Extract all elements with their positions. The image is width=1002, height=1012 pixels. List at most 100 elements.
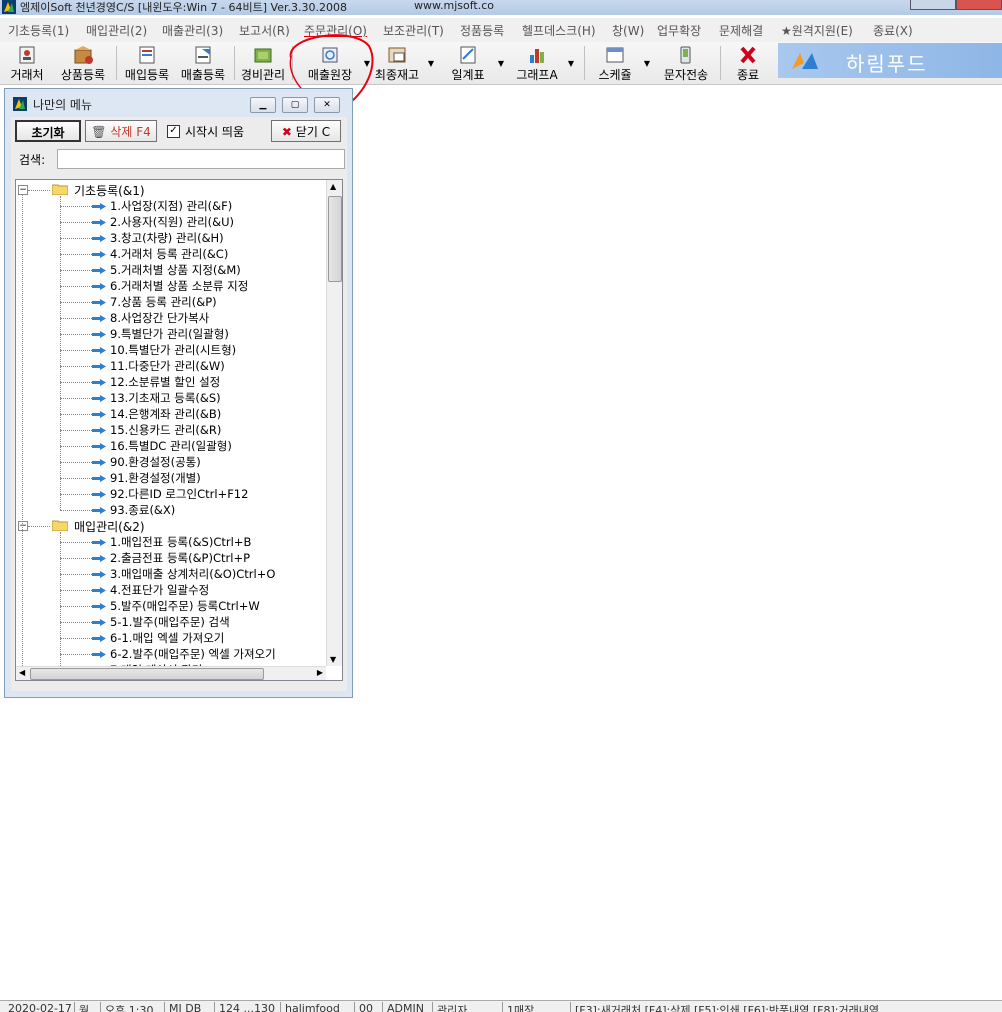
daily-report-button[interactable]: 일계표 ▼ [446,43,504,83]
minimize-icon[interactable]: ▁ [250,97,276,113]
brand-name: 하림푸드 [846,52,928,76]
tree-connector [60,590,92,591]
window-close-icon[interactable] [956,0,1002,10]
toolbar-separator [116,46,117,80]
tree-item[interactable]: 16.특별DC 관리(일괄형) [16,438,326,454]
tree-item[interactable]: 6-1.매입 엑셀 가져오기 [16,630,326,646]
tree-item-label: 9.특별단가 관리(일괄형) [110,327,229,341]
product-register-button[interactable]: 상품등록 [56,43,110,83]
tree-item[interactable]: 93.종료(&X) [16,502,326,518]
tree-item-label: 4.전표단가 일괄수정 [110,583,210,597]
tree-item-label: 5-1.발주(매입주문) 검색 [110,615,230,629]
tree-item[interactable]: 90.환경설정(공통) [16,454,326,470]
close-icon[interactable]: ✕ [314,97,340,113]
tree-item[interactable]: 15.신용카드 관리(&R) [16,422,326,438]
vendor-button[interactable]: 거래처 [6,43,48,83]
daily-report-dropdown-icon[interactable]: ▼ [498,59,504,68]
menu-tree: − 기초등록(&1) 1.사업장(지점) 관리(&F) 2.사용자(직원) 관리(&U… [15,179,343,681]
tree-group[interactable]: − 기초등록(&1) [16,182,326,198]
delete-button[interactable]: 🗑 삭제 F4 [85,120,157,142]
tree-item[interactable]: 12.소분류별 할인 설정 [16,374,326,390]
tree-item-label: 3.창고(차량) 관리(&H) [110,231,224,245]
menu-license[interactable]: 정품등록 [460,22,504,39]
graph-dropdown-icon[interactable]: ▼ [568,59,574,68]
collapse-icon[interactable]: − [18,185,28,195]
sms-button[interactable]: 문자전송 [658,43,714,83]
menu-sales[interactable]: 매출관리(3) [162,22,223,39]
tree-item[interactable]: 2.출금전표 등록(&P)Ctrl+P [16,550,326,566]
tree-group[interactable]: − 매입관리(&2) [16,518,326,534]
tree-item[interactable]: 8.사업장간 단가복사 [16,310,326,326]
menu-report[interactable]: 보고서(R) [239,22,290,39]
tree-item[interactable]: 11.다중단가 관리(&W) [16,358,326,374]
sales-ledger-dropdown-icon[interactable]: ▼ [364,59,370,68]
tree-item[interactable]: 9.특별단가 관리(일괄형) [16,326,326,342]
menu-aux[interactable]: 보조관리(T) [383,22,444,39]
menu-purchase[interactable]: 매입관리(2) [86,22,147,39]
schedule-button[interactable]: 스케쥴 ▼ [592,43,650,83]
reset-button[interactable]: 초기화 [15,120,81,142]
purchase-register-button[interactable]: 매입등록 [120,43,174,83]
tree-item[interactable]: 6.거래처별 상품 소분류 지정 [16,278,326,294]
scroll-right-icon[interactable]: ▶ [317,668,323,677]
exit-button[interactable]: 종료 [728,43,768,83]
tree-item-label: 6-2.발주(매입주문) 엑셀 가져오기 [110,647,276,661]
graph-button[interactable]: 그래프A ▼ [512,43,574,83]
tree-item[interactable]: 4.전표단가 일괄수정 [16,582,326,598]
tree-item[interactable]: 7.상품 등록 관리(&P) [16,294,326,310]
window-close-button[interactable] [910,0,956,10]
tree-item[interactable]: 5.발주(매입주문) 등록Ctrl+W [16,598,326,614]
tree-item[interactable]: 5.거래처별 상품 지정(&M) [16,262,326,278]
final-stock-button[interactable]: 최종재고 ▼ [372,43,434,83]
startup-checkbox[interactable]: ✓ [167,125,180,138]
tree-item[interactable]: 1.매입전표 등록(&S)Ctrl+B [16,534,326,550]
horizontal-scroll-thumb[interactable] [30,668,264,680]
scroll-left-icon[interactable]: ◀ [19,668,25,677]
maximize-icon[interactable]: ▢ [282,97,308,113]
tree-item[interactable]: 3.창고(차량) 관리(&H) [16,230,326,246]
schedule-dropdown-icon[interactable]: ▼ [644,59,650,68]
vertical-scrollbar[interactable]: ▲ ▼ [326,180,342,666]
expense-button[interactable]: 경비관리 [238,43,288,83]
tree-item[interactable]: 3.매입매출 상계처리(&O)Ctrl+O [16,566,326,582]
tree-item[interactable]: 10.특별단가 관리(시트형) [16,342,326,358]
arrow-right-icon [92,235,106,242]
vertical-scroll-thumb[interactable] [328,196,342,282]
tree-item[interactable]: 6-2.발주(매입주문) 엑셀 가져오기 [16,646,326,662]
menu-helpdesk[interactable]: 헬프데스크(H) [522,22,596,39]
scroll-up-icon[interactable]: ▲ [330,182,336,191]
my-menu-body: 초기화 🗑 삭제 F4 ✓ 시작시 띄움 ✖ 닫기 C 검색: − 기초등록(&1… [11,117,347,691]
menu-window[interactable]: 창(W) [612,22,644,39]
search-input[interactable] [57,149,345,169]
tree-item[interactable]: 2.사용자(직원) 관리(&U) [16,214,326,230]
sales-register-button[interactable]: 매출등록 [176,43,230,83]
tree-item[interactable]: 14.은행계좌 관리(&B) [16,406,326,422]
menu-order[interactable]: 주문관리(O) [304,22,367,39]
final-stock-dropdown-icon[interactable]: ▼ [428,59,434,68]
arrow-right-icon [92,203,106,210]
tree-item-label: 11.다중단가 관리(&W) [110,359,225,373]
tree-item[interactable]: 13.기초재고 등록(&S) [16,390,326,406]
tree-item[interactable]: 91.환경설정(개별) [16,470,326,486]
tree-connector [60,462,92,463]
tree-item-label: 90.환경설정(공통) [110,455,201,469]
tree-item[interactable]: 4.거래처 등록 관리(&C) [16,246,326,262]
tree-item[interactable]: 1.사업장(지점) 관리(&F) [16,198,326,214]
tree-item[interactable]: 5-1.발주(매입주문) 검색 [16,614,326,630]
horizontal-scrollbar[interactable]: ◀ ▶ [16,666,326,680]
close-panel-button[interactable]: ✖ 닫기 C [271,120,341,142]
tree-connector [60,430,92,431]
menu-exit[interactable]: 종료(X) [873,22,913,39]
scroll-down-icon[interactable]: ▼ [330,655,336,664]
menu-extension[interactable]: 업무확장 [657,22,701,39]
collapse-icon[interactable]: − [18,521,28,531]
sales-ledger-button[interactable]: 매출원장 ▼ [300,43,370,83]
status-bar: 2020-02-17 월 오후 1:30 MJ DB 124 ...130 ha… [0,1000,1002,1012]
menu-remote[interactable]: ★원격지원(E) [781,22,853,39]
tree-item[interactable]: 92.다른ID 로그인Ctrl+F12 [16,486,326,502]
arrow-right-icon [92,539,106,546]
tree-root-connector [22,194,23,668]
menu-basic[interactable]: 기초등록(1) [8,22,69,39]
arrow-right-icon [92,251,106,258]
menu-troubleshoot[interactable]: 문제해결 [719,22,763,39]
